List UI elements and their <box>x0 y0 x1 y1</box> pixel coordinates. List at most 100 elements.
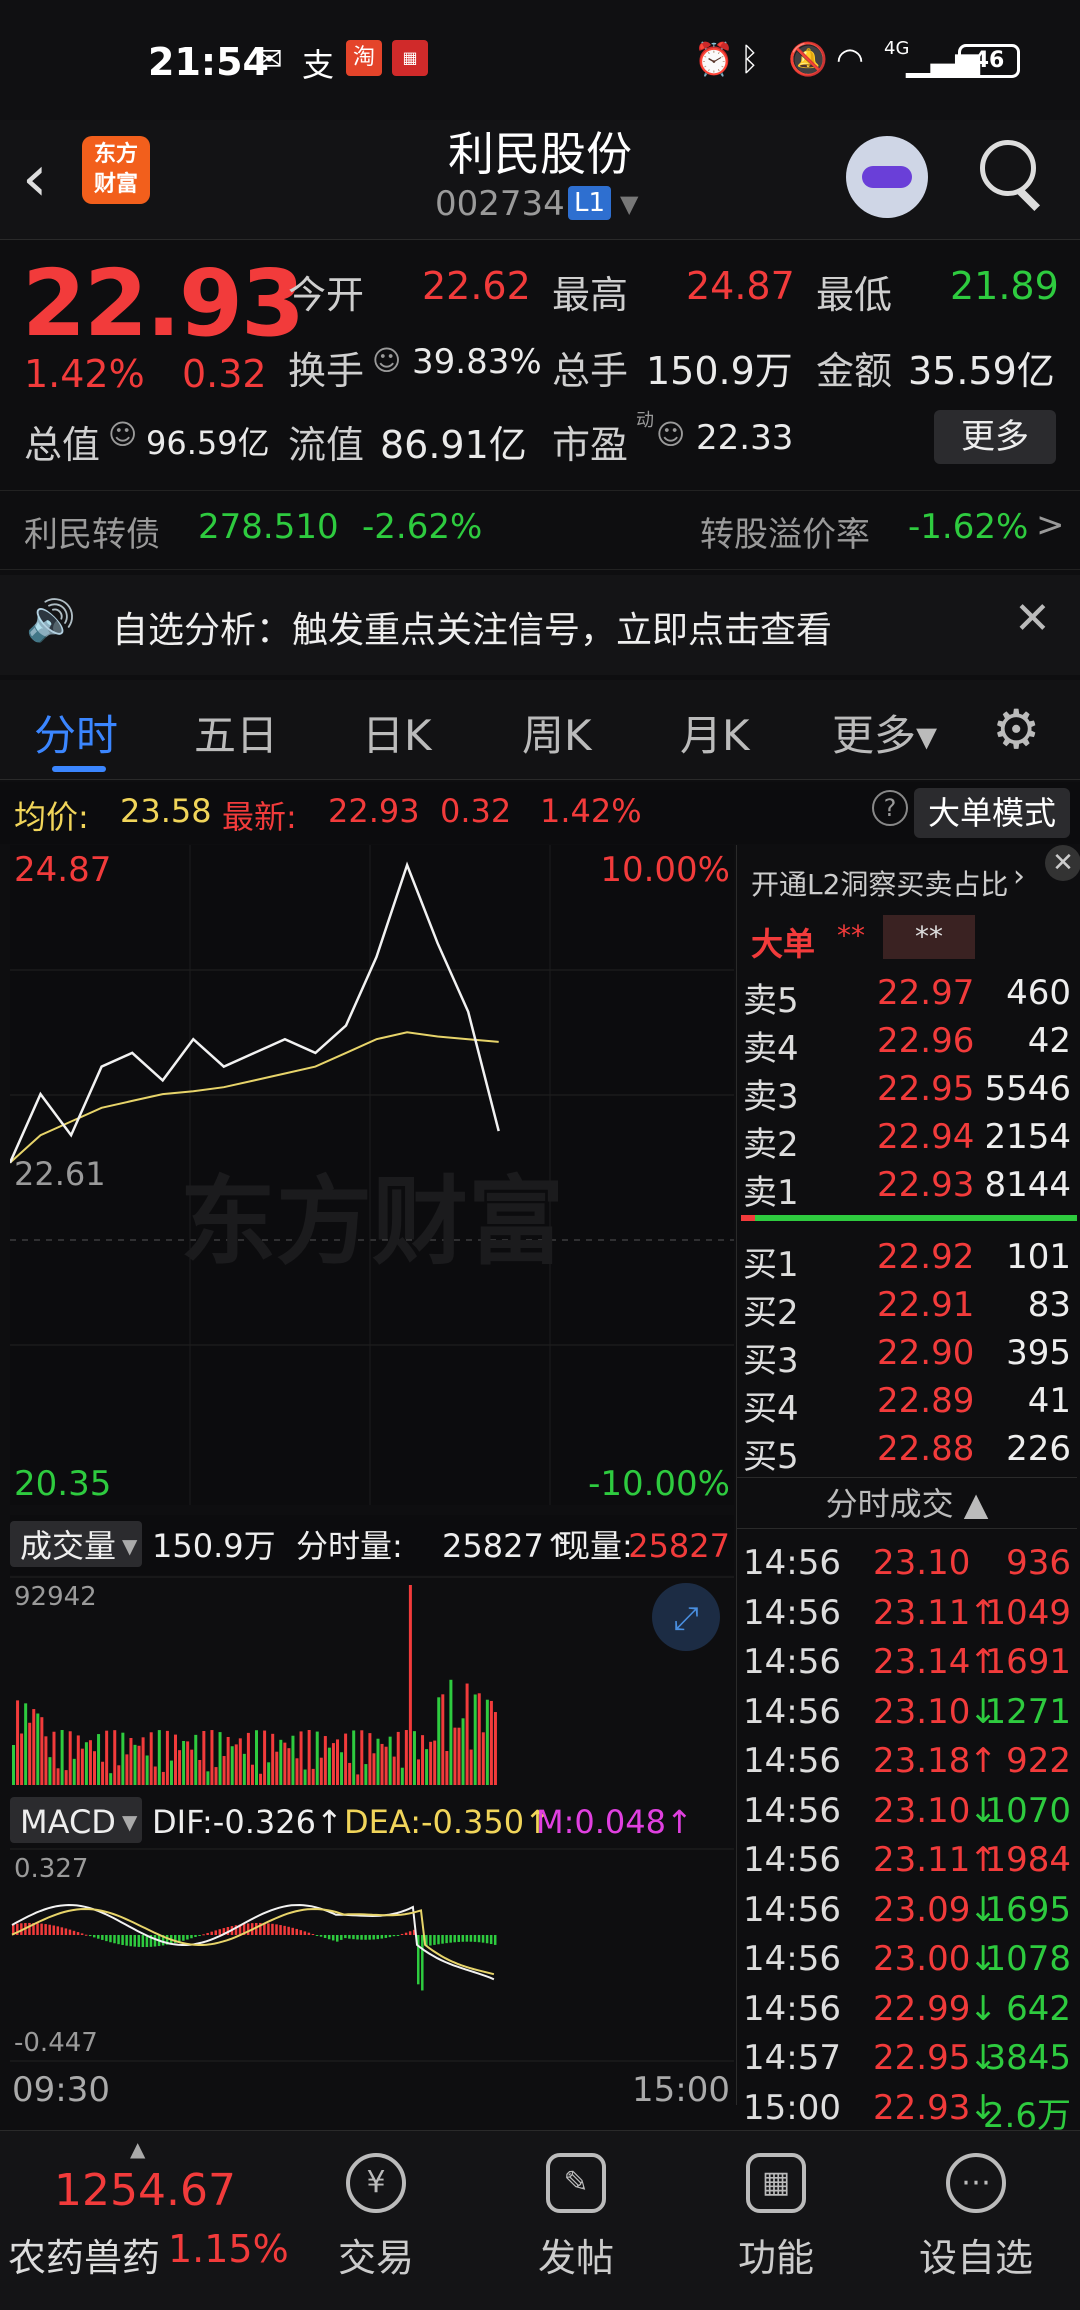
volume-bar <box>198 1760 202 1785</box>
bid-row[interactable]: 买2 22.91 83 <box>737 1285 1077 1333</box>
speaker-icon: 🔊 <box>26 598 76 644</box>
bid-row[interactable]: 买4 22.89 41 <box>737 1381 1077 1429</box>
macd-bar <box>429 1935 432 1946</box>
macd-bar <box>198 1935 201 1936</box>
bid-row[interactable]: 买1 22.92 101 <box>737 1237 1077 1285</box>
intraday-chart-area[interactable]: 东方财富 24.87 10.00% 22.61 20.35 -10.00% 成交… <box>8 845 734 2110</box>
status-time: 21:54 <box>148 40 269 84</box>
ask-row[interactable]: 卖2 22.94 2154 <box>737 1117 1077 1165</box>
macd-bar <box>408 1931 412 1935</box>
volume-bar <box>149 1732 153 1785</box>
volume-bar <box>242 1753 246 1785</box>
info-icon[interactable]: ☺ <box>656 418 685 451</box>
ticks-header[interactable]: 分时成交 ▲ <box>737 1477 1077 1529</box>
ask-row[interactable]: 卖1 22.93 8144 <box>737 1165 1077 1213</box>
tick-row: 14:56 23.09 ↓ 1695 <box>737 1890 1077 1938</box>
volume-bar <box>214 1767 218 1785</box>
sector-index-button[interactable]: ▲ 1254.67 农药兽药 1.15% <box>0 2131 289 2310</box>
macd-bar <box>295 1928 298 1935</box>
volume-bar <box>481 1732 485 1785</box>
ask-row[interactable]: 卖3 22.95 5546 <box>737 1069 1077 1117</box>
macd-bar <box>113 1935 116 1944</box>
gear-icon[interactable]: ⚙ <box>992 698 1040 761</box>
volume-bar <box>323 1736 327 1785</box>
function-icon: ▦ <box>746 2153 806 2213</box>
bid-label: 买5 <box>743 1437 799 1477</box>
volume-bar <box>48 1757 52 1785</box>
search-icon[interactable] <box>980 140 1036 196</box>
chevron-right-icon[interactable]: › <box>1013 859 1025 894</box>
volume-bar <box>222 1756 226 1785</box>
volume-bar <box>425 1749 429 1785</box>
post-button[interactable]: ✎ 发帖 <box>476 2131 676 2310</box>
chevron-down-icon[interactable]: ▼ <box>620 190 638 218</box>
intraday-chart-svg[interactable]: 东方财富 24.87 10.00% 22.61 20.35 -10.00% 成交… <box>8 845 734 2110</box>
price-pct-change: 1.42% <box>24 352 145 396</box>
level-badge[interactable]: L1 <box>568 186 612 220</box>
bid-qty: 41 <box>1027 1381 1071 1421</box>
bid-row[interactable]: 买5 22.88 226 <box>737 1429 1077 1477</box>
volume-bar <box>157 1730 161 1785</box>
macd-bar <box>348 1935 351 1939</box>
macd-bar <box>493 1935 497 1945</box>
volume-bar <box>449 1679 453 1785</box>
close-icon[interactable]: ✕ <box>1014 593 1051 644</box>
volume-bar <box>101 1761 105 1785</box>
volume-bar <box>327 1747 331 1785</box>
close-icon[interactable]: ✕ <box>1045 845 1080 881</box>
macd-bar <box>93 1935 96 1938</box>
bid-qty: 395 <box>1006 1333 1071 1373</box>
macd-bar <box>190 1935 193 1939</box>
big-order-mode-button[interactable]: 大单模式 <box>914 788 1070 838</box>
macd-bar <box>380 1935 384 1939</box>
tab-weekly-k[interactable]: 周K <box>522 702 592 763</box>
volume-bar <box>275 1751 279 1785</box>
help-icon[interactable]: ? <box>872 790 908 826</box>
macd-bar <box>344 1935 347 1939</box>
assistant-robot-icon[interactable] <box>846 136 928 218</box>
volume-bar <box>16 1700 20 1785</box>
volume-bar <box>125 1754 129 1785</box>
tab-five-day[interactable]: 五日 <box>194 702 278 763</box>
volume-bar <box>76 1735 80 1785</box>
alert-text[interactable]: 自选分析：触发重点关注信号，立即点击查看 <box>112 601 832 653</box>
tick-volume: 1271 <box>984 1691 1071 1732</box>
macd-bar <box>299 1930 303 1935</box>
macd-bar <box>64 1928 68 1935</box>
trade-button[interactable]: ¥ 交易 <box>276 2131 476 2310</box>
pre-close-label: 22.61 <box>14 1155 106 1193</box>
tab-intraday[interactable]: 分时 <box>34 702 118 763</box>
info-icon[interactable]: ☺ <box>372 344 401 377</box>
float-value: 86.91亿 <box>380 423 527 467</box>
macd-bar <box>246 1923 250 1935</box>
volume-bar <box>344 1733 348 1785</box>
info-icon[interactable]: ☺ <box>108 418 137 451</box>
amount-label: 金额 <box>816 349 893 393</box>
macd-bar <box>465 1935 469 1942</box>
volume-bar <box>174 1734 177 1785</box>
avg-label: 均价: <box>14 798 89 836</box>
ask-row[interactable]: 卖5 22.97 460 <box>737 973 1077 1021</box>
premium-label: 转股溢价率 <box>700 515 870 555</box>
convertible-bond-row[interactable]: 利民转债 278.510 -2.62% 转股溢价率 -1.62% > <box>0 490 1080 570</box>
macd-bar <box>469 1935 473 1942</box>
volume-bar <box>190 1749 194 1785</box>
tab-daily-k[interactable]: 日K <box>362 702 432 763</box>
alert-banner[interactable]: 🔊 自选分析：触发重点关注信号，立即点击查看 ✕ <box>0 575 1080 675</box>
ask-qty: 42 <box>1027 1021 1071 1061</box>
ask-row[interactable]: 卖4 22.96 42 <box>737 1021 1077 1069</box>
l2-insight-link[interactable]: 开通L2洞察买卖占比 <box>751 863 1008 903</box>
volume-bar <box>238 1738 242 1785</box>
turnover-value: 39.83% <box>412 342 542 382</box>
tab-monthly-k[interactable]: 月K <box>680 702 750 763</box>
volume-bar <box>348 1762 352 1785</box>
volume-bar <box>267 1762 271 1785</box>
price-change: 0.32 <box>182 352 267 396</box>
macd-bar <box>105 1935 108 1942</box>
function-button[interactable]: ▦ 功能 <box>676 2131 876 2310</box>
bid-row[interactable]: 买3 22.90 395 <box>737 1333 1077 1381</box>
add-watchlist-button[interactable]: ⋯ 设自选 <box>876 2131 1076 2310</box>
tab-more[interactable]: 更多▾ <box>832 702 937 763</box>
more-button[interactable]: 更多 <box>934 410 1056 464</box>
macd-bar <box>449 1935 452 1943</box>
